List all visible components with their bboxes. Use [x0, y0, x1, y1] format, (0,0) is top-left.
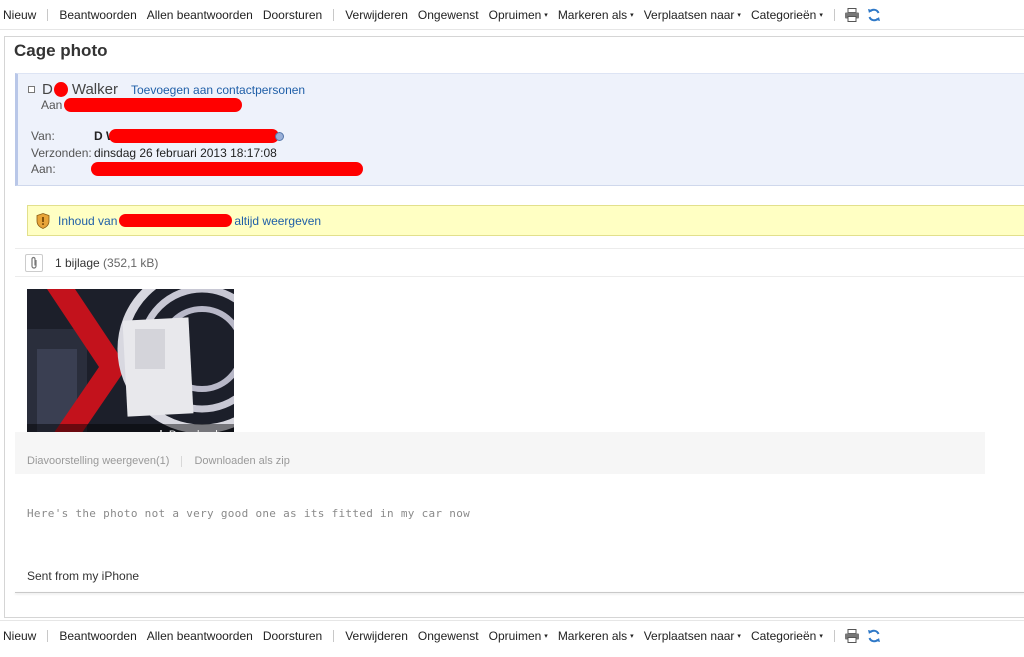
- from-label: Van:: [31, 129, 55, 143]
- categories-menu[interactable]: Categorieën ▾: [746, 8, 828, 22]
- sender-initial: D: [42, 81, 53, 98]
- redaction-mark: [53, 82, 68, 97]
- chevron-down-icon: ▾: [544, 12, 548, 20]
- attachment-actions: Diavoorstelling weergeven(1) Downloaden …: [15, 432, 985, 474]
- to-label: Aan:: [31, 162, 56, 176]
- recipient-short: Aan: [41, 98, 243, 112]
- forward-button[interactable]: Doorsturen: [258, 8, 327, 22]
- collapse-toggle[interactable]: [28, 86, 35, 93]
- sweep-menu-label: Opruimen: [488, 7, 542, 22]
- always-show-content-link[interactable]: Inhoud van altijd weergeven: [58, 214, 321, 228]
- shield-icon: [36, 212, 50, 229]
- printer-icon[interactable]: [841, 627, 863, 645]
- photo-image: [27, 289, 234, 443]
- categories-menu[interactable]: Categorieën ▾: [746, 629, 828, 643]
- to-row: Aan:: [31, 162, 363, 176]
- toolbar-separator: [833, 8, 835, 21]
- message-header: D Walker Toevoegen aan contactpersonen A…: [15, 73, 1024, 186]
- attachment-summary: 1 bijlage (352,1 kB): [55, 256, 158, 270]
- delete-button[interactable]: Verwijderen: [340, 629, 413, 643]
- categories-menu-label: Categorieën: [750, 628, 817, 643]
- reply-button[interactable]: Beantwoorden: [54, 629, 141, 643]
- chevron-down-icon: ▾: [819, 633, 823, 641]
- chevron-down-icon: ▾: [630, 12, 634, 20]
- refresh-icon[interactable]: [863, 6, 885, 24]
- safety-prefix: Inhoud van: [58, 213, 118, 228]
- message-body: Here's the photo not a very good one as …: [27, 507, 471, 520]
- forward-button[interactable]: Doorsturen: [258, 629, 327, 643]
- reply-all-button[interactable]: Allen beantwoorden: [142, 8, 258, 22]
- move-to-menu[interactable]: Verplaatsen naar ▾: [639, 8, 746, 22]
- redaction-mark: [91, 162, 363, 176]
- refresh-icon[interactable]: [863, 627, 885, 645]
- junk-button[interactable]: Ongewenst: [413, 629, 484, 643]
- mark-as-menu-label: Markeren als: [557, 628, 628, 643]
- recipient-short-label: Aan: [41, 98, 63, 112]
- photo-thumbnail[interactable]: Downloaden: [27, 289, 234, 443]
- toolbar-separator: [47, 8, 49, 21]
- toolbar-separator: [833, 629, 835, 642]
- junk-button[interactable]: Ongewenst: [413, 8, 484, 22]
- move-to-menu-label: Verplaatsen naar: [643, 628, 735, 643]
- redaction-mark: [109, 129, 280, 143]
- bottom-toolbar: Nieuw Beantwoorden Allen beantwoorden Do…: [0, 620, 1024, 650]
- chevron-down-icon: ▾: [630, 633, 634, 641]
- chevron-down-icon: ▾: [737, 12, 741, 20]
- safety-suffix: altijd weergeven: [234, 213, 322, 228]
- move-to-menu[interactable]: Verplaatsen naar ▾: [639, 629, 746, 643]
- mark-as-menu[interactable]: Markeren als ▾: [553, 629, 639, 643]
- top-toolbar: Nieuw Beantwoorden Allen beantwoorden Do…: [0, 0, 1024, 30]
- new-button[interactable]: Nieuw: [3, 629, 41, 643]
- slideshow-link[interactable]: Diavoorstelling weergeven(1): [27, 455, 169, 467]
- download-zip-link[interactable]: Downloaden als zip: [194, 455, 289, 467]
- reply-all-button[interactable]: Allen beantwoorden: [142, 629, 258, 643]
- sent-row: Verzonden: dinsdag 26 februari 2013 18:1…: [31, 146, 277, 160]
- actions-separator: [181, 455, 183, 467]
- presence-icon: [275, 131, 285, 141]
- message-signature: Sent from my iPhone: [27, 569, 140, 583]
- message-subject: Cage photo: [14, 41, 108, 60]
- chevron-down-icon: ▾: [819, 12, 823, 20]
- message-divider: [15, 592, 1024, 593]
- paperclip-icon: [25, 253, 43, 272]
- categories-menu-label: Categorieën: [750, 7, 817, 22]
- toolbar-separator: [333, 629, 335, 642]
- safety-bar: Inhoud van altijd weergeven: [27, 205, 1024, 236]
- sweep-menu[interactable]: Opruimen ▾: [484, 629, 553, 643]
- attachments-bar: 1 bijlage (352,1 kB): [15, 248, 1024, 277]
- sent-value: dinsdag 26 februari 2013 18:17:08: [94, 146, 277, 160]
- chevron-down-icon: ▾: [737, 633, 741, 641]
- mark-as-menu[interactable]: Markeren als ▾: [553, 8, 639, 22]
- sender-row: D Walker Toevoegen aan contactpersonen: [28, 81, 305, 98]
- toolbar-separator: [333, 8, 335, 21]
- mark-as-menu-label: Markeren als: [557, 7, 628, 22]
- sweep-menu[interactable]: Opruimen ▾: [484, 8, 553, 22]
- delete-button[interactable]: Verwijderen: [340, 8, 413, 22]
- reading-pane: Cage photo D Walker Toevoegen aan contac…: [4, 36, 1024, 618]
- reply-button[interactable]: Beantwoorden: [54, 8, 141, 22]
- attachment-count: 1 bijlage: [55, 255, 100, 270]
- sender-name: Walker: [71, 81, 118, 98]
- sweep-menu-label: Opruimen: [488, 628, 542, 643]
- from-row: Van: D W: [31, 129, 285, 143]
- move-to-menu-label: Verplaatsen naar: [643, 7, 735, 22]
- chevron-down-icon: ▾: [544, 633, 548, 641]
- new-button[interactable]: Nieuw: [3, 8, 41, 22]
- redaction-mark: [64, 98, 243, 112]
- add-to-contacts-link[interactable]: Toevoegen aan contactpersonen: [131, 83, 305, 97]
- printer-icon[interactable]: [841, 6, 863, 24]
- redaction-mark: [119, 214, 233, 227]
- sent-label: Verzonden:: [31, 146, 92, 160]
- attachment-size: (352,1 kB): [103, 255, 159, 270]
- toolbar-separator: [47, 629, 49, 642]
